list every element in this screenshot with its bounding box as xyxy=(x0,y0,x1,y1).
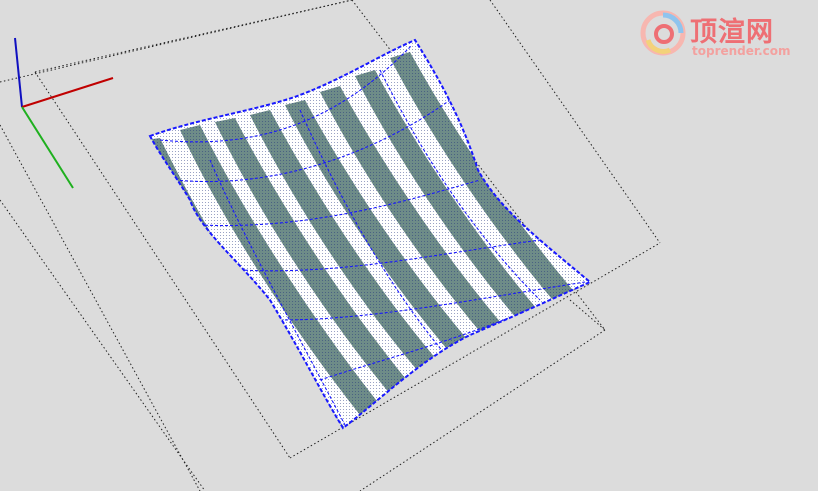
watermark-url: toprender.com xyxy=(692,44,791,58)
box-edge-inner-top xyxy=(34,0,353,73)
box-edge-left-upper xyxy=(0,124,201,491)
axes-gizmo xyxy=(14,37,114,189)
box-edge-right-upper xyxy=(489,0,661,244)
box-edge-right-cap xyxy=(569,299,606,331)
watermark-logo: 顶渲网 toprender.com xyxy=(640,8,810,60)
swirl-logo-icon xyxy=(640,10,686,56)
scene-canvas[interactable] xyxy=(0,0,818,491)
x-axis-line xyxy=(21,77,114,108)
pillow-model[interactable] xyxy=(140,30,605,440)
z-axis-line xyxy=(14,37,23,108)
y-axis-line xyxy=(21,106,74,189)
3d-viewport[interactable]: 顶渲网 toprender.com xyxy=(0,0,818,491)
box-edge-top xyxy=(0,0,353,83)
box-edge-left-long xyxy=(0,199,206,491)
